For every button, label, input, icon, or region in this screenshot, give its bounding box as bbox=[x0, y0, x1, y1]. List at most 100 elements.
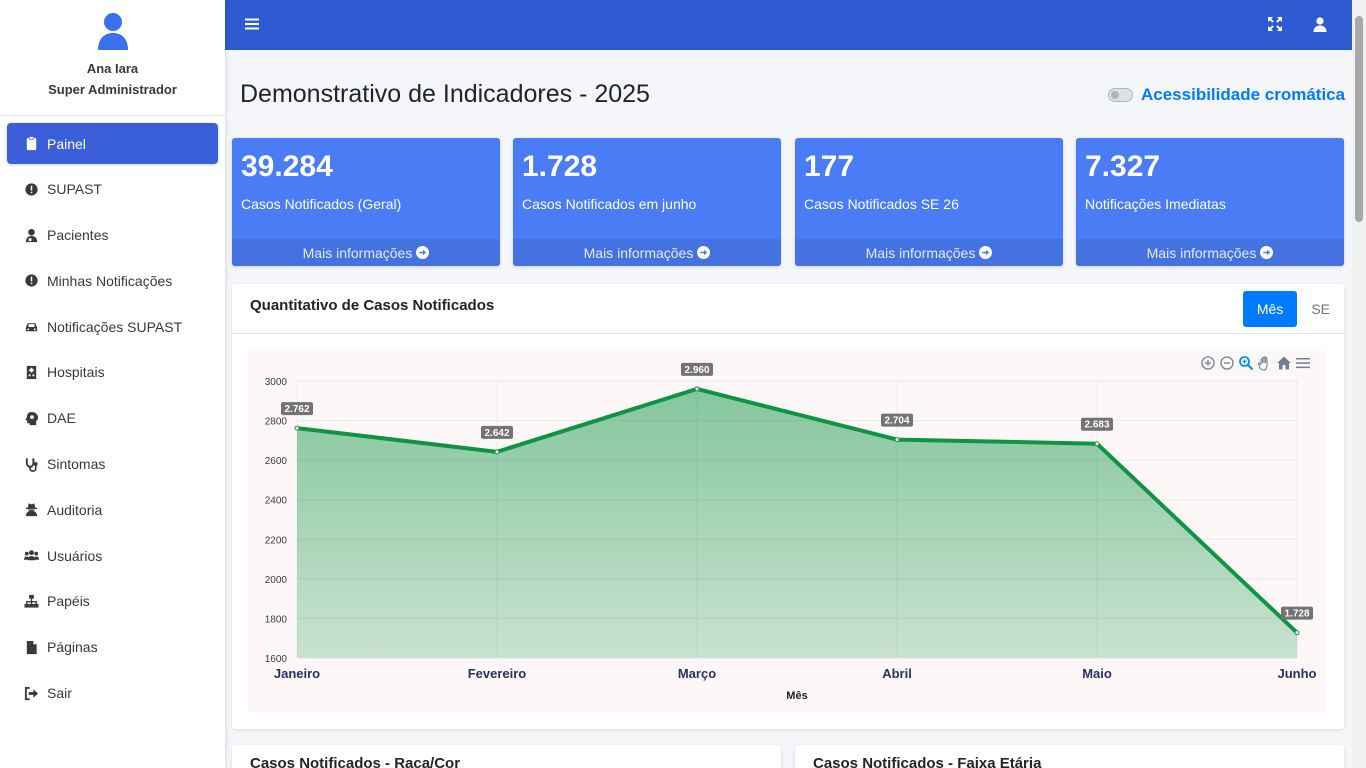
user-panel: Ana Iara Super Administrador bbox=[0, 0, 225, 116]
chart-area: 1600 1800 2000 2200 2400 2600 2800 3000 2.762 Jan… bbox=[248, 351, 1326, 712]
month-button[interactable]: Mês bbox=[1242, 291, 1298, 327]
x-tick-label: Fevereiro bbox=[468, 666, 527, 681]
more-info-link[interactable]: Mais informações bbox=[232, 239, 500, 266]
stat-box-casos-se: 177 Casos Notificados SE 26 Mais informa… bbox=[795, 138, 1063, 266]
page-title: Demonstrativo de Indicadores - 2025 bbox=[240, 80, 650, 108]
y-tick-label: 2000 bbox=[265, 575, 288, 586]
x-tick-label: Janeiro bbox=[274, 666, 320, 681]
sidebar-item-supast[interactable]: SUPAST bbox=[7, 169, 218, 210]
chart-toolbar bbox=[1200, 355, 1311, 371]
zoom-out-icon[interactable] bbox=[1219, 355, 1235, 371]
chart-card-header: Quantitativo de Casos Notificados Mês SE bbox=[232, 284, 1344, 334]
more-info-link[interactable]: Mais informações bbox=[513, 239, 781, 266]
stat-label: Casos Notificados SE 26 bbox=[804, 196, 959, 212]
sidebar-nav: Painel SUPAST Pacientes Minhas Notificaç… bbox=[0, 116, 225, 714]
arrow-circle-right-icon bbox=[416, 246, 430, 259]
race-chart-card: Casos Notificados - Raça/Cor bbox=[232, 745, 781, 768]
hamburger-menu-icon[interactable] bbox=[1295, 355, 1311, 371]
stat-box-notificacoes-imediatas: 7.327 Notificações Imediatas Mais inform… bbox=[1076, 138, 1344, 266]
user-injured-icon bbox=[23, 227, 39, 243]
page-scrollbar[interactable] bbox=[1352, 0, 1366, 768]
period-toggle: Mês SE bbox=[1242, 291, 1344, 327]
y-tick-label: 2600 bbox=[265, 456, 288, 467]
x-tick-label: Março bbox=[678, 666, 716, 681]
sidebar-item-dae[interactable]: DAE bbox=[7, 398, 218, 439]
sidebar-item-minhas-notificacoes[interactable]: Minhas Notificações bbox=[7, 260, 218, 301]
sidebar-item-label: Notificações SUPAST bbox=[47, 318, 183, 335]
accessibility-toggle[interactable] bbox=[1108, 88, 1133, 102]
sidebar-item-label: Painel bbox=[47, 135, 86, 152]
bars-icon[interactable] bbox=[245, 17, 259, 31]
sidebar: Ana Iara Super Administrador Painel SUPA… bbox=[0, 0, 225, 768]
exclamation-circle-icon bbox=[23, 181, 39, 197]
data-point bbox=[694, 386, 700, 392]
sidebar-item-label: Páginas bbox=[47, 639, 98, 656]
x-tick-label: Abril bbox=[882, 666, 912, 681]
clipboard-icon bbox=[23, 136, 39, 152]
y-tick-label: 1600 bbox=[265, 654, 288, 665]
y-tick-label: 3000 bbox=[265, 377, 288, 388]
x-tick-label: Maio bbox=[1082, 666, 1112, 681]
arrow-circle-right-icon bbox=[697, 246, 711, 259]
stat-value: 7.327 bbox=[1085, 150, 1161, 183]
x-axis-title: Mês bbox=[786, 690, 807, 702]
hospital-icon bbox=[23, 364, 39, 380]
data-label: 2.683 bbox=[1084, 420, 1109, 431]
stat-label: Casos Notificados (Geral) bbox=[241, 196, 402, 212]
sidebar-item-painel[interactable]: Painel bbox=[7, 123, 218, 164]
sidebar-item-notificacoes-supast[interactable]: Notificações SUPAST bbox=[7, 306, 218, 347]
sidebar-item-sair[interactable]: Sair bbox=[7, 673, 218, 714]
user-name: Ana Iara bbox=[86, 61, 139, 76]
data-label: 2.704 bbox=[884, 416, 909, 427]
home-reset-icon[interactable] bbox=[1276, 355, 1292, 371]
data-point bbox=[1094, 441, 1100, 447]
y-tick-label: 1800 bbox=[265, 614, 288, 625]
user-avatar-icon bbox=[97, 13, 128, 50]
more-info-link[interactable]: Mais informações bbox=[795, 239, 1063, 266]
chart-card: Quantitativo de Casos Notificados Mês SE… bbox=[232, 284, 1344, 729]
sidebar-item-label: Sair bbox=[47, 685, 72, 702]
user-icon[interactable] bbox=[1313, 17, 1327, 32]
exclamation-circle-icon bbox=[23, 273, 39, 289]
more-info-link[interactable]: Mais informações bbox=[1076, 239, 1344, 266]
stethoscope-icon bbox=[23, 456, 39, 472]
user-secret-icon bbox=[23, 502, 39, 518]
sidebar-item-usuarios[interactable]: Usuários bbox=[7, 535, 218, 576]
sidebar-item-label: Hospitais bbox=[47, 364, 105, 381]
data-label: 1.728 bbox=[1284, 609, 1309, 620]
sidebar-item-pacientes[interactable]: Pacientes bbox=[7, 215, 218, 256]
accessibility-label[interactable]: Acessibilidade cromática bbox=[1141, 85, 1345, 105]
sidebar-item-auditoria[interactable]: Auditoria bbox=[7, 489, 218, 530]
x-tick-label: Junho bbox=[1278, 666, 1317, 681]
age-chart-card: Casos Notificados - Faixa Etária bbox=[795, 745, 1344, 768]
sidebar-item-hospitais[interactable]: Hospitais bbox=[7, 352, 218, 393]
stat-label: Casos Notificados em junho bbox=[522, 196, 697, 212]
stat-box-casos-junho: 1.728 Casos Notificados em junho Mais in… bbox=[513, 138, 781, 266]
arrow-circle-right-icon bbox=[1260, 246, 1274, 259]
pan-hand-icon[interactable] bbox=[1257, 355, 1273, 371]
topbar bbox=[225, 0, 1352, 50]
data-point bbox=[1294, 630, 1300, 636]
expand-icon[interactable] bbox=[1268, 17, 1282, 31]
data-point bbox=[294, 425, 300, 431]
age-chart-title: Casos Notificados - Faixa Etária bbox=[813, 755, 1042, 768]
data-point bbox=[494, 449, 500, 455]
sidebar-item-label: DAE bbox=[47, 410, 76, 427]
zoom-in-icon[interactable] bbox=[1200, 355, 1216, 371]
magnifier-icon[interactable] bbox=[1238, 355, 1254, 371]
sidebar-item-label: Sintomas bbox=[47, 456, 106, 473]
user-role: Super Administrador bbox=[48, 82, 177, 97]
arrow-circle-right-icon bbox=[979, 246, 993, 259]
sidebar-item-papeis[interactable]: Papéis bbox=[7, 581, 218, 622]
sidebar-item-paginas[interactable]: Páginas bbox=[7, 627, 218, 668]
sign-out-icon bbox=[23, 685, 39, 701]
car-icon bbox=[23, 319, 39, 335]
data-label: 2.642 bbox=[484, 428, 509, 439]
se-button[interactable]: SE bbox=[1297, 291, 1344, 327]
sidebar-item-label: SUPAST bbox=[47, 181, 102, 198]
sidebar-item-sintomas[interactable]: Sintomas bbox=[7, 444, 218, 485]
more-info-label: Mais informações bbox=[1146, 244, 1257, 261]
stat-value: 177 bbox=[804, 150, 855, 183]
scrollbar-thumb[interactable] bbox=[1355, 16, 1363, 222]
sidebar-item-label: Pacientes bbox=[47, 227, 109, 244]
